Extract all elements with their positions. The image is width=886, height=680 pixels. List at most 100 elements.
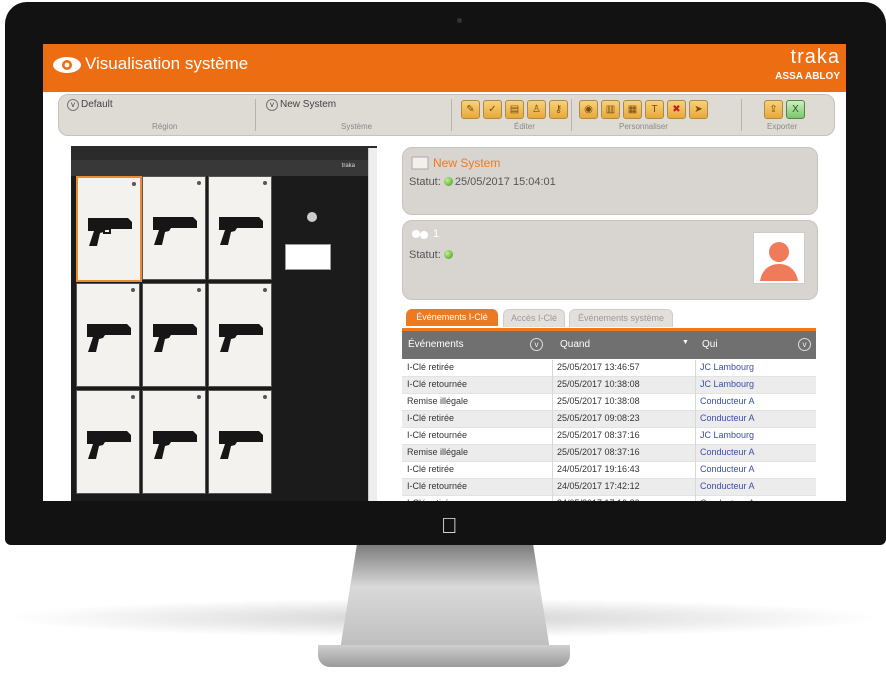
app-window: Visualisation système traka ASSA ABLOY v… [43, 44, 846, 501]
cell-who[interactable]: Conducteur A [700, 447, 755, 457]
cell-when: 25/05/2017 09:08:23 [557, 413, 640, 423]
pistol-icon [153, 324, 197, 352]
cell-who[interactable]: JC Lambourg [700, 362, 754, 372]
toolbar-divider [741, 99, 742, 131]
view-eye-icon[interactable]: ◉ [579, 100, 598, 119]
column-events[interactable]: Événements [408, 339, 464, 350]
status-ok-icon [443, 177, 453, 186]
table-row[interactable]: I-Clé retirée 25/05/2017 13:46:57 JC Lambo… [402, 360, 816, 377]
pistol-icon [88, 218, 132, 246]
status-dot [131, 288, 135, 292]
apple-logo-icon:  [441, 515, 458, 537]
cabinet-subheader [71, 160, 377, 176]
cell-when: 24/05/2017 17:16:30 [557, 498, 640, 501]
table-row[interactable]: I-Clé retirée 24/05/2017 19:16:43 Conducte… [402, 462, 816, 479]
tab-key-events[interactable]: Événements I-Clé [406, 309, 498, 326]
status-dot [263, 288, 267, 292]
locker-cell[interactable] [208, 283, 272, 387]
cell-when: 25/05/2017 10:38:08 [557, 396, 640, 406]
cell-event: I-Clé retirée [407, 362, 455, 372]
table-header: Événements v Quand ▼ Qui v [402, 331, 816, 359]
user-silhouette-icon [760, 242, 798, 281]
locker-cell[interactable] [142, 176, 206, 280]
column-who[interactable]: Qui [702, 339, 718, 350]
delete-icon[interactable]: ✖ [667, 100, 686, 119]
eye-icon [53, 57, 81, 73]
cabinet-scrollbar[interactable] [368, 148, 377, 501]
cell-who[interactable]: Conducteur A [700, 498, 755, 501]
locker-cell[interactable] [208, 390, 272, 494]
cabinet-view: traka [71, 146, 377, 501]
status-ok-icon [443, 250, 453, 259]
edit-key-icon[interactable]: ⚷ [549, 100, 568, 119]
camera-icon [457, 18, 462, 23]
pointer-icon[interactable]: ➤ [689, 100, 708, 119]
status-dot [132, 182, 136, 186]
table-body: I-Clé retirée 25/05/2017 13:46:57 JC Lambo… [402, 360, 816, 501]
brand-logo: traka ASSA ABLOY [775, 46, 840, 82]
export-pdf-icon[interactable]: ⇪ [764, 100, 783, 119]
cabinet-lock-icon [307, 212, 317, 222]
column-when[interactable]: Quand [560, 339, 590, 350]
chevron-down-icon: v [266, 99, 278, 111]
system-title: New System [433, 156, 501, 170]
export-excel-icon[interactable]: X [786, 100, 805, 119]
cell-when: 25/05/2017 10:38:08 [557, 379, 640, 389]
table-row[interactable]: I-Clé retournée 25/05/2017 08:37:16 JC Lam… [402, 428, 816, 445]
tab-key-access[interactable]: Accès I-Clé [503, 309, 565, 327]
cell-when: 25/05/2017 08:37:16 [557, 447, 640, 457]
user-panel: 1 Statut: [402, 220, 818, 300]
brand-sub: ASSA ABLOY [775, 71, 840, 82]
export-group-label: Exporter [767, 122, 798, 131]
locker-cell[interactable] [76, 283, 140, 387]
cell-who[interactable]: Conducteur A [700, 481, 755, 491]
cell-who[interactable]: Conducteur A [700, 464, 755, 474]
table-row[interactable]: Remise illégale 25/05/2017 10:38:08 Conduc… [402, 394, 816, 411]
cell-who[interactable]: JC Lambourg [700, 379, 754, 389]
cell-who[interactable]: Conducteur A [700, 413, 755, 423]
column-divider [695, 360, 696, 501]
cabinet-icon [411, 156, 429, 170]
edit-group-label: Éditer [514, 122, 535, 131]
toolbar-divider [451, 99, 452, 131]
cell-event: I-Clé retournée [407, 430, 468, 440]
tab-system-events[interactable]: Événements système [569, 309, 673, 327]
edit-check-icon[interactable]: ✓ [483, 100, 502, 119]
table-row[interactable]: I-Clé retournée 24/05/2017 17:42:12 Conduc… [402, 479, 816, 496]
column-filter-icon[interactable]: v [798, 338, 811, 351]
column-filter-icon[interactable]: v [530, 338, 543, 351]
status-time: 25/05/2017 15:04:01 [454, 176, 556, 188]
customize-group-label: Personnaliser [619, 122, 668, 131]
chevron-down-icon: v [67, 99, 79, 111]
locker-cell[interactable] [142, 390, 206, 494]
columns-icon[interactable]: ▥ [601, 100, 620, 119]
text-icon[interactable]: T [645, 100, 664, 119]
edit-pencil-icon[interactable]: ✎ [461, 100, 480, 119]
pistol-icon [219, 217, 263, 245]
locker-cell[interactable] [76, 390, 140, 494]
cell-who[interactable]: Conducteur A [700, 396, 755, 406]
column-divider [552, 360, 553, 501]
cell-who[interactable]: JC Lambourg [700, 430, 754, 440]
users-icon [412, 230, 428, 239]
locker-cell[interactable] [76, 176, 142, 282]
table-row[interactable]: Remise illégale 25/05/2017 08:37:16 Conduc… [402, 445, 816, 462]
locker-cell[interactable] [142, 283, 206, 387]
pistol-icon [87, 431, 131, 459]
cell-event: I-Clé retirée [407, 413, 455, 423]
table-row[interactable]: I-Clé retirée 25/05/2017 09:08:23 Conducte… [402, 411, 816, 428]
cell-event: I-Clé retournée [407, 481, 468, 491]
layout-icon[interactable]: ▦ [623, 100, 642, 119]
system-status: Statut: 25/05/2017 15:04:01 [409, 176, 556, 188]
cabinet-terminal-screen [285, 244, 331, 270]
region-dropdown[interactable]: v Default [67, 99, 113, 111]
cell-when: 25/05/2017 13:46:57 [557, 362, 640, 372]
locker-cell[interactable] [208, 176, 272, 280]
table-row[interactable]: I-Clé retirée 24/05/2017 17:16:30 Conducte… [402, 496, 816, 501]
edit-user-icon[interactable]: ♙ [527, 100, 546, 119]
page-title: Visualisation système [85, 54, 249, 73]
system-dropdown[interactable]: v New System [266, 99, 336, 111]
edit-cabinet-icon[interactable]: ▤ [505, 100, 524, 119]
sort-desc-icon[interactable]: ▼ [682, 339, 689, 346]
table-row[interactable]: I-Clé retournée 25/05/2017 10:38:08 JC Lam… [402, 377, 816, 394]
